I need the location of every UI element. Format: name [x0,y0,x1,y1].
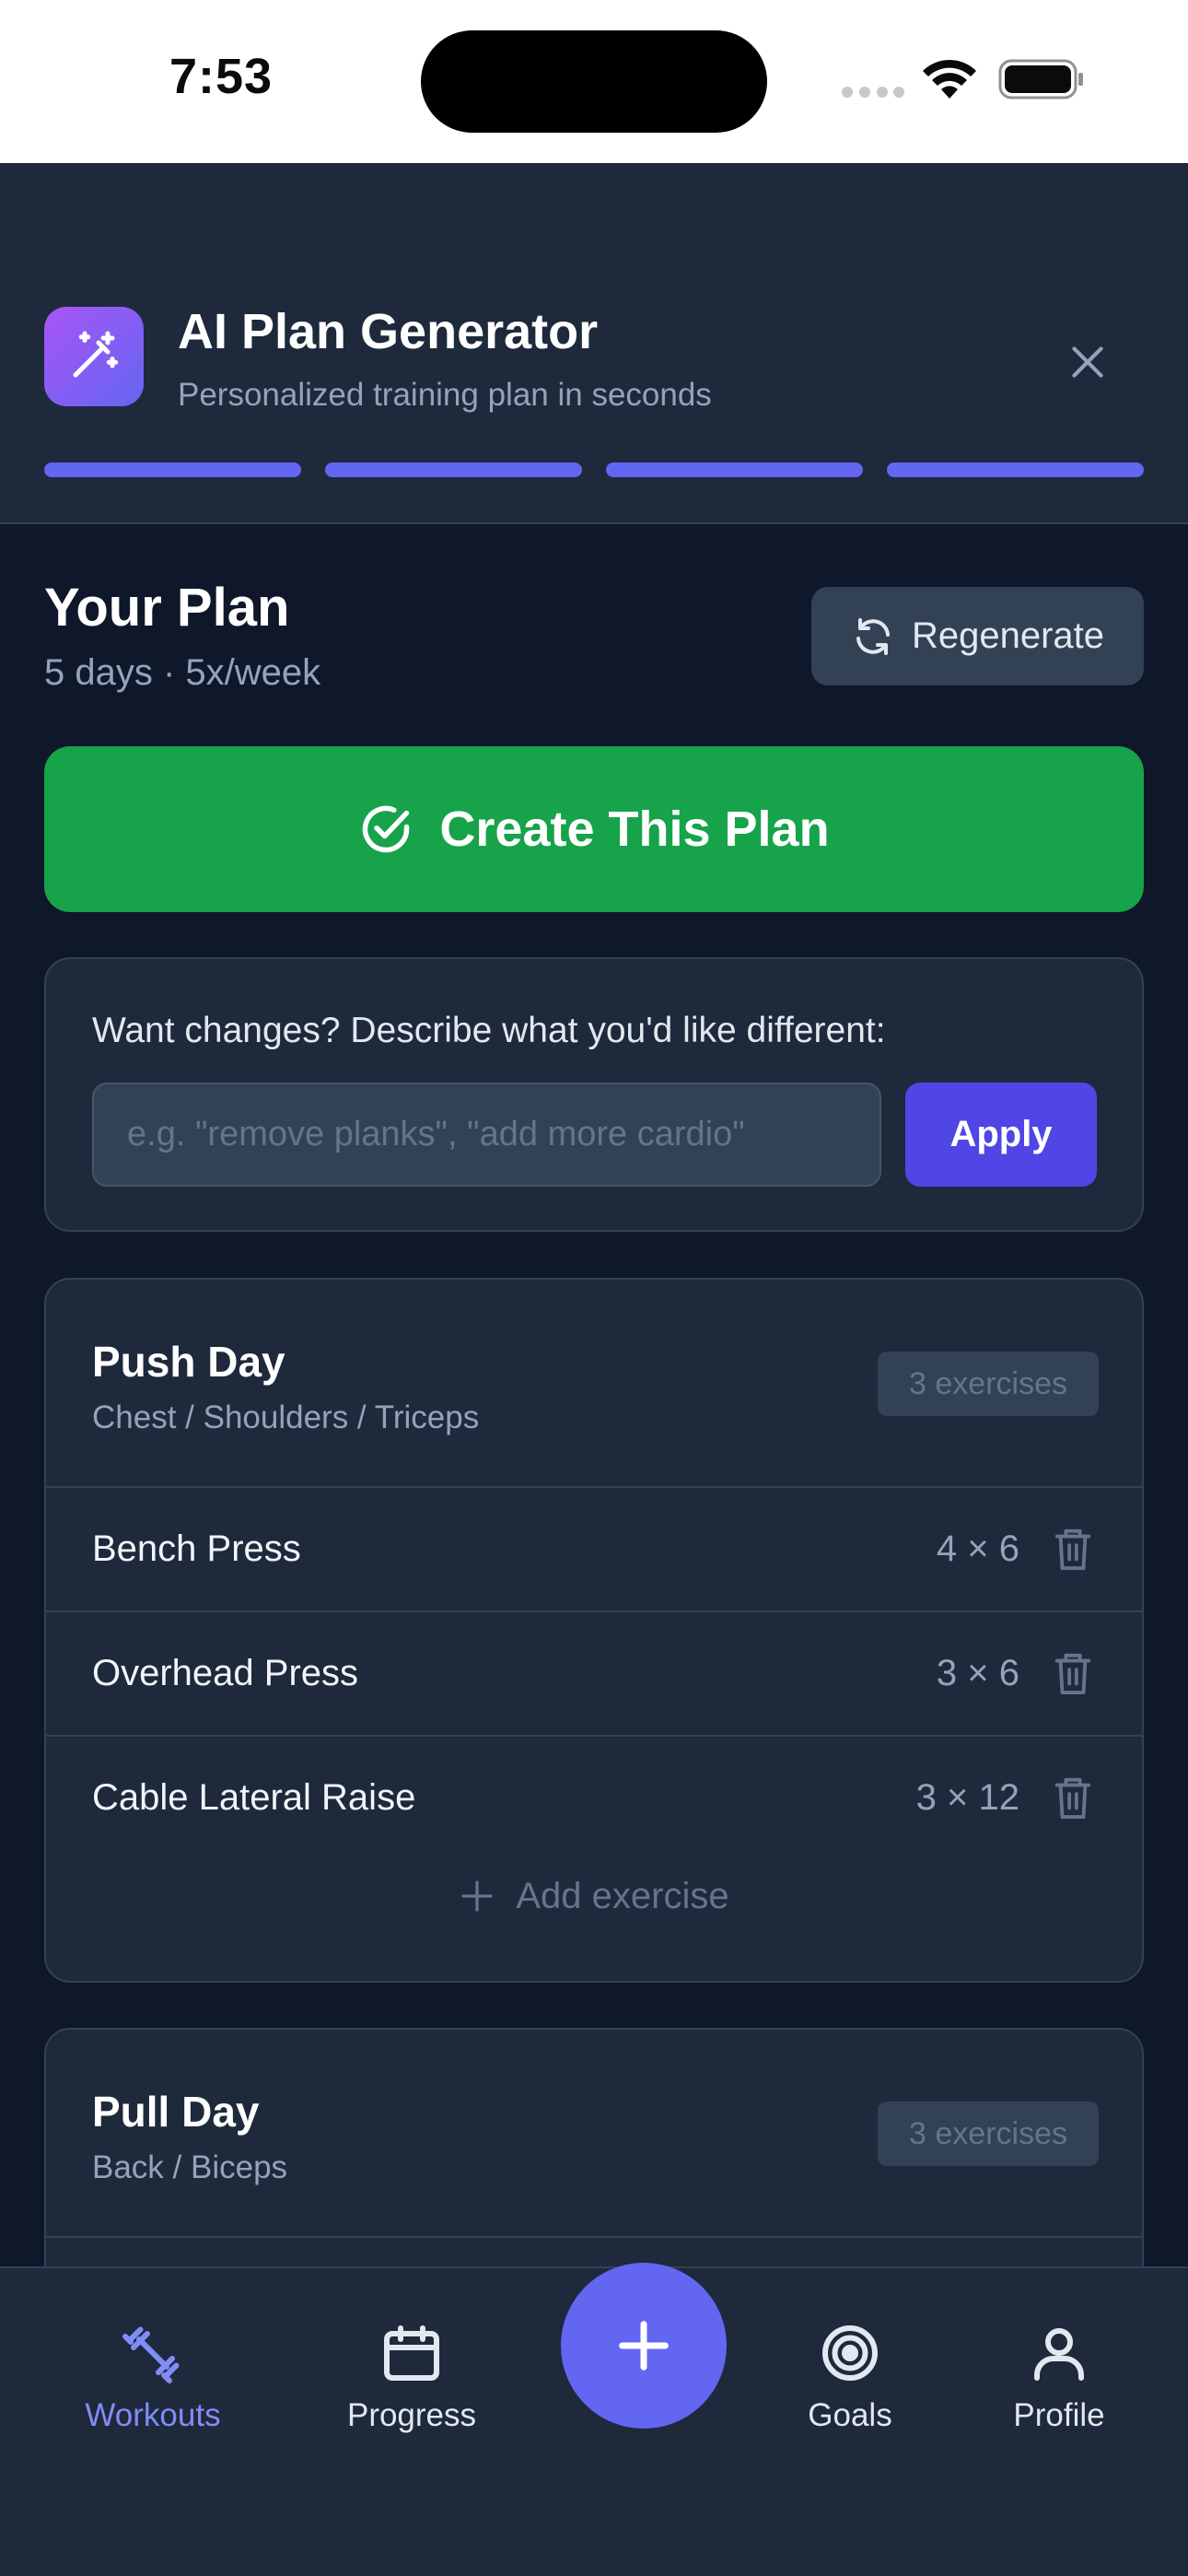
progress-step [887,463,1144,477]
create-plan-label: Create This Plan [439,802,830,857]
tab-workouts[interactable]: Workouts [52,2320,254,2434]
create-plan-button[interactable]: Create This Plan [44,746,1144,912]
plus-icon [461,1880,494,1912]
exercise-sets: 3 × 12 [915,1777,1019,1818]
tab-label: Workouts [85,2397,221,2433]
calendar-icon [384,2325,439,2381]
close-button[interactable] [1057,332,1118,392]
day-card-push: Push Day Chest / Shoulders / Triceps 3 e… [44,1278,1144,1983]
exercise-row[interactable]: Bench Press 4 × 6 [46,1486,1142,1610]
dynamic-island [421,30,767,133]
trash-icon[interactable] [1052,1774,1094,1821]
battery-icon [998,59,1083,100]
changes-label: Want changes? Describe what you'd like d… [92,1011,886,1050]
tab-label: Profile [1013,2397,1105,2433]
progress-step [325,463,582,477]
trash-icon[interactable] [1052,1649,1094,1697]
tab-progress[interactable]: Progress [310,2320,513,2434]
plus-icon [619,2321,669,2371]
target-icon [822,2325,878,2381]
exercise-row[interactable]: Overhead Press 3 × 6 [46,1610,1142,1735]
header-title: AI Plan Generator [178,304,599,359]
exercise-name: Overhead Press [92,1653,359,1693]
exercise-name: Bench Press [92,1528,301,1569]
day-name: Pull Day [92,2088,260,2136]
tab-goals[interactable]: Goals [749,2320,951,2434]
changes-input[interactable] [92,1083,881,1187]
changes-card: Want changes? Describe what you'd like d… [44,957,1144,1232]
tab-label: Progress [346,2397,477,2433]
dumbbell-icon [122,2326,180,2383]
trash-icon[interactable] [1052,1525,1094,1573]
add-exercise-label: Add exercise [516,1875,729,1916]
status-time: 7:53 [169,49,274,104]
regenerate-button[interactable]: Regenerate [811,587,1144,685]
magic-wand-icon [44,307,144,406]
step-progress [44,463,1144,477]
exercise-list: Bench Press 4 × 6 Overhead Press 3 × 6 C… [46,1486,1142,1859]
plan-meta: 5 days · 5x/week [44,652,321,693]
wifi-icon [923,59,976,99]
regenerate-label: Regenerate [911,615,1105,656]
exercise-row[interactable]: Cable Lateral Raise 3 × 12 [46,1735,1142,1859]
exercise-name: Cable Lateral Raise [92,1777,416,1818]
header-subtitle: Personalized training plan in seconds [178,377,712,413]
exercise-count-badge: 3 exercises [878,1352,1099,1416]
progress-step [44,463,301,477]
day-name: Push Day [92,1338,285,1386]
tab-label: Goals [808,2397,892,2433]
close-icon [1072,346,1103,378]
exercise-sets: 3 × 6 [936,1653,1019,1693]
day-muscles: Chest / Shoulders / Triceps [92,1399,480,1435]
progress-step [606,463,863,477]
refresh-icon [856,617,890,655]
day-muscles: Back / Biceps [92,2149,288,2185]
check-circle-icon [363,805,410,853]
exercise-count-badge: 3 exercises [878,2102,1099,2166]
add-exercise-button[interactable]: Add exercise [46,1859,1142,1933]
apply-button[interactable]: Apply [905,1083,1097,1187]
generator-header: AI Plan Generator Personalized training … [0,163,1188,524]
cellular-signal-icon [842,87,904,100]
user-icon [1034,2328,1084,2381]
exercise-sets: 4 × 6 [936,1528,1019,1569]
plan-title: Your Plan [44,578,290,638]
tab-profile[interactable]: Profile [958,2320,1160,2434]
status-bar: 7:53 [0,0,1188,163]
add-workout-fab[interactable] [561,2263,727,2429]
